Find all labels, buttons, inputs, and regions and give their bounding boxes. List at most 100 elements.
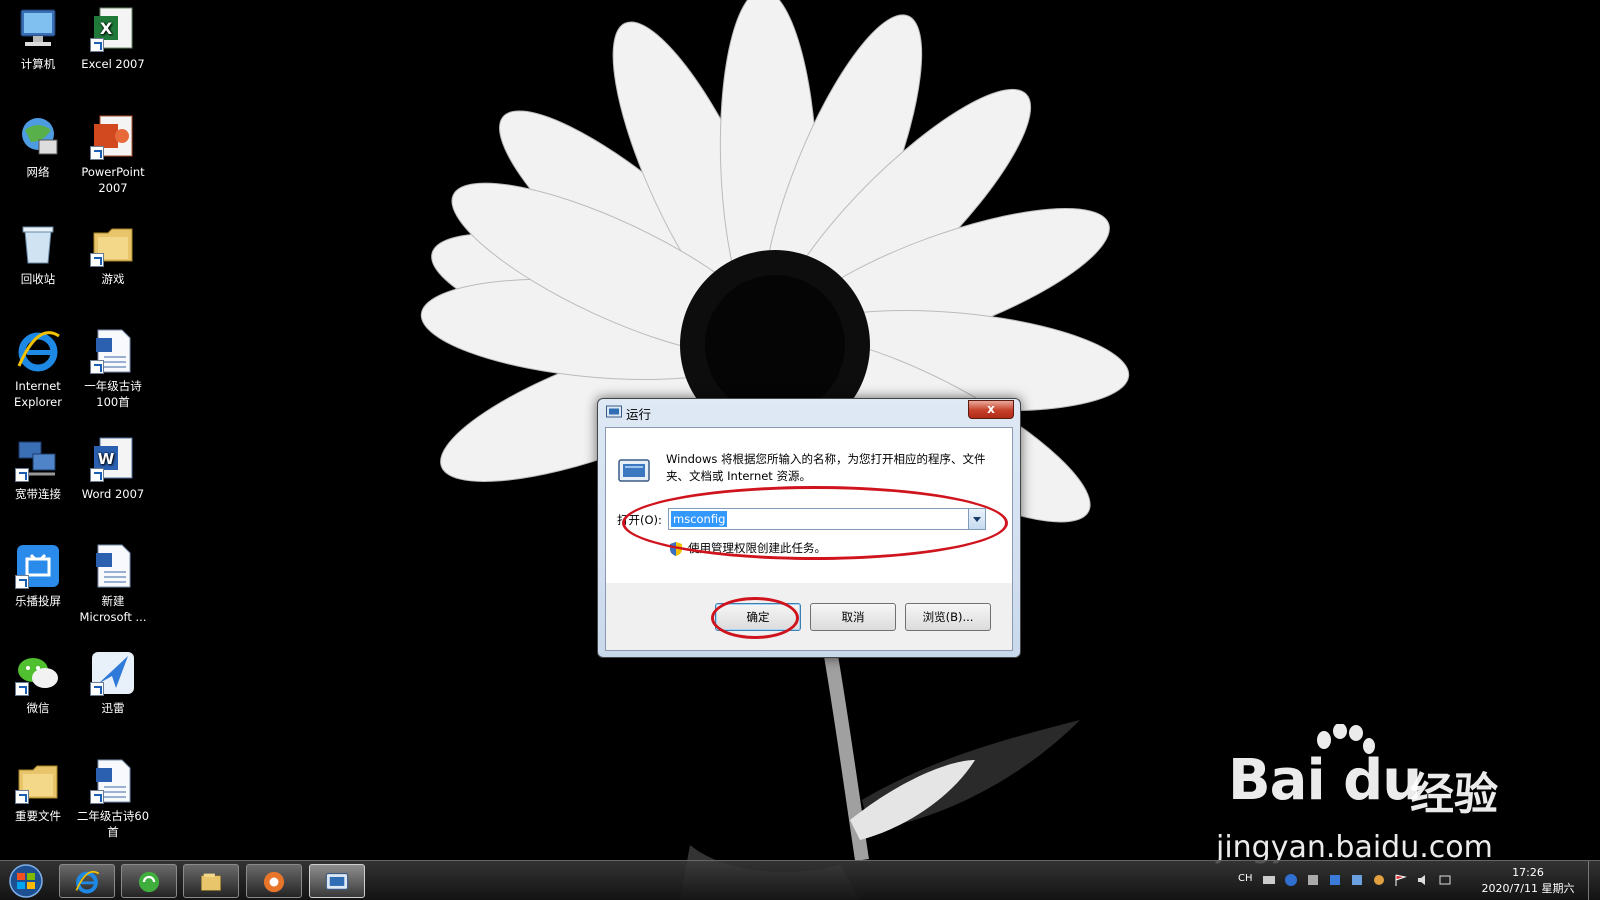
ie-icon (75, 870, 100, 894)
user-tray-icon[interactable] (1372, 873, 1386, 887)
desktop-icon-label: PowerPoint 2007 (81, 165, 145, 195)
explorer-icon (201, 873, 221, 891)
computer-icon (13, 4, 63, 54)
desktop-icon[interactable]: 迅雷 (75, 648, 151, 716)
run-dialog-title-bar[interactable]: 运行 x (598, 399, 1020, 427)
open-input[interactable]: msconfig (671, 511, 728, 527)
taskbar-button[interactable] (183, 864, 239, 898)
xunlei-icon (88, 648, 138, 698)
open-combobox[interactable]: msconfig (668, 508, 986, 530)
system-tray: CH 17:26 2020/7/11 星期六 (1238, 861, 1588, 900)
volume-icon[interactable] (1416, 873, 1430, 887)
clock-time: 17:26 (1512, 866, 1544, 879)
cancel-button[interactable]: 取消 (810, 603, 896, 631)
desktop-icon[interactable]: 微信 (0, 648, 76, 716)
clock[interactable]: 17:26 2020/7/11 星期六 (1474, 865, 1582, 897)
broadband-icon (13, 434, 63, 484)
run-icon (325, 873, 349, 890)
ie-icon (13, 326, 63, 376)
recycle-bin-icon (13, 219, 63, 269)
shortcut-arrow-icon (90, 146, 104, 160)
ok-button[interactable]: 确定 (715, 603, 801, 631)
desktop-icon-label: 新建 Microsoft ... (79, 594, 147, 624)
shortcut-arrow-icon (90, 790, 104, 804)
shortcut-arrow-icon (90, 468, 104, 482)
shortcut-arrow-icon (90, 682, 104, 696)
desktop-icon-label: 二年级古诗60首 (76, 809, 150, 839)
desktop-icon[interactable]: 重要文件 (0, 756, 76, 824)
show-desktop-button[interactable] (1588, 861, 1600, 900)
display-tray-icon[interactable] (1438, 873, 1452, 887)
baidu-logo-text: Bai du (1228, 748, 1422, 813)
run-dialog: 运行 x Windows 将根据您所输入的名称，为您打开相应的程序、文件夹、文档… (597, 398, 1021, 658)
desktop-icon[interactable]: 乐播投屏 (0, 541, 76, 609)
browse-button[interactable]: 浏览(B)... (905, 603, 991, 631)
start-button[interactable] (4, 863, 48, 899)
desktop-icon-label: 微信 (26, 701, 50, 715)
shortcut-arrow-icon (15, 682, 29, 696)
taskbar-button[interactable] (246, 864, 302, 898)
lebo-icon (13, 541, 63, 591)
shortcut-arrow-icon (90, 360, 104, 374)
clock-date: 2020/7/11 星期六 (1481, 882, 1575, 895)
run-dialog-title: 运行 (626, 407, 652, 422)
wechat-icon (13, 648, 63, 698)
shortcut-arrow-icon (15, 575, 29, 589)
run-description: Windows 将根据您所输入的名称，为您打开相应的程序、文件夹、文档或 Int… (666, 452, 986, 483)
ime-icon[interactable] (1306, 873, 1320, 887)
desktop-icon[interactable]: W Word 2007 (75, 434, 151, 502)
desktop-icon[interactable]: 新建 Microsoft ... (75, 541, 151, 625)
desktop-icon[interactable]: 宽带连接 (0, 434, 76, 502)
excel-icon: X (88, 4, 138, 54)
baidu-brand-cn: 经验 (1410, 769, 1498, 820)
network-tray-icon[interactable] (1350, 873, 1364, 887)
taskbar-button[interactable] (121, 864, 177, 898)
desktop-icon[interactable]: 回收站 (0, 219, 76, 287)
desktop-icon[interactable]: 游戏 (75, 219, 151, 287)
run-dialog-body: Windows 将根据您所输入的名称，为您打开相应的程序、文件夹、文档或 Int… (605, 427, 1013, 651)
desktop-icon[interactable]: 一年级古诗100首 (75, 326, 151, 410)
taskbar-button[interactable] (59, 864, 115, 898)
run-dialog-content: Windows 将根据您所输入的名称，为您打开相应的程序、文件夹、文档或 Int… (606, 428, 1012, 583)
run-program-icon (618, 459, 650, 482)
desktop-icon-label: 网络 (26, 165, 50, 179)
desktop-icon[interactable]: Internet Explorer (0, 326, 76, 410)
desktop-icon-label: Excel 2007 (81, 57, 145, 71)
baidu-watermark: Bai du 经验 jingyan.baidu.com (1216, 724, 1528, 868)
taskbar-button[interactable] (309, 864, 365, 898)
desktop-icon[interactable]: PowerPoint 2007 (75, 112, 151, 196)
desktop-icon-label: 一年级古诗100首 (84, 379, 142, 409)
flag-icon[interactable] (1394, 873, 1408, 887)
keyboard-icon[interactable] (1262, 873, 1276, 887)
word-doc-icon (88, 326, 138, 376)
folder-icon (88, 219, 138, 269)
help-icon[interactable] (1284, 873, 1298, 887)
desktop-icon-label: 回收站 (20, 272, 56, 286)
media-icon (263, 871, 285, 893)
input-language[interactable]: CH (1238, 873, 1253, 884)
desktop-icon-label: 宽带连接 (15, 487, 61, 501)
close-button[interactable]: x (968, 400, 1014, 419)
shortcut-arrow-icon (90, 253, 104, 267)
taskbar: CH 17:26 2020/7/11 星期六 (0, 860, 1600, 900)
desktop-icon[interactable]: 二年级古诗60首 (75, 756, 151, 840)
svg-text:X: X (100, 19, 113, 38)
chevron-down-icon[interactable] (968, 509, 985, 529)
desktop-icon-label: 游戏 (101, 272, 125, 286)
powerpoint-icon (88, 112, 138, 162)
desktop-icon-label: Internet Explorer (14, 379, 62, 409)
word-icon: W (88, 434, 138, 484)
shortcut-arrow-icon (15, 790, 29, 804)
run-app-icon (606, 405, 622, 418)
svg-text:W: W (98, 450, 115, 468)
desktop-icon[interactable]: 计算机 (0, 4, 76, 72)
shortcut-arrow-icon (15, 468, 29, 482)
uac-shield-icon (670, 541, 682, 556)
shortcut-arrow-icon (90, 38, 104, 52)
desktop-icon[interactable]: X Excel 2007 (75, 4, 151, 72)
green-browser-icon (138, 871, 160, 893)
bluetooth-icon[interactable] (1328, 873, 1342, 887)
desktop-icon-label: 迅雷 (101, 701, 125, 715)
desktop-icon[interactable]: 网络 (0, 112, 76, 180)
desktop-icon-label: 计算机 (20, 57, 56, 71)
